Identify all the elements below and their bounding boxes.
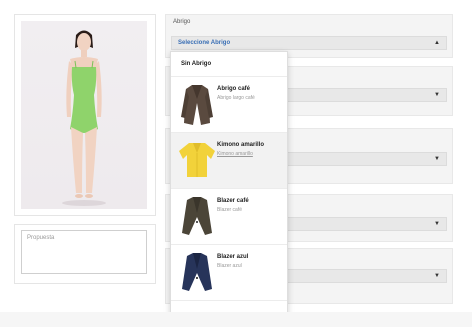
proposal-textarea[interactable]: Propuesta xyxy=(21,230,147,274)
coat-select[interactable]: Seleccione Abrigo ▲ xyxy=(171,36,447,50)
coat-option-selected[interactable]: Kimono amarillo Kimono amarillo xyxy=(171,133,287,189)
caret-down-icon: ▼ xyxy=(434,92,440,98)
yellow-kimono-icon xyxy=(177,139,217,183)
coat-option-name: Blazer café xyxy=(217,198,249,204)
coat-option-subtitle: Kimono amarillo xyxy=(217,151,253,157)
coat-option-none[interactable]: Sin Abrigo xyxy=(171,52,287,77)
coat-option[interactable]: Blazer azul Blazer azul xyxy=(171,245,287,301)
coat-select-value: Seleccione Abrigo xyxy=(178,40,231,46)
brown-blazer-icon xyxy=(177,195,217,239)
coat-option-subtitle: Blazer azul xyxy=(217,263,242,269)
coat-option-name: Blazer azul xyxy=(217,254,249,260)
caret-up-icon: ▲ xyxy=(434,40,440,46)
brown-long-coat-icon xyxy=(177,83,217,127)
coat-option[interactable]: Abrigo café Abrigo largo café xyxy=(171,77,287,133)
coat-option[interactable]: Blazer café Blazer café xyxy=(171,189,287,245)
model-figure xyxy=(62,30,106,206)
caret-down-icon: ▼ xyxy=(434,221,440,227)
caret-down-icon: ▼ xyxy=(434,156,440,162)
coat-dropdown: Sin Abrigo Abrigo café Abrigo largo café… xyxy=(170,51,288,318)
caret-down-icon: ▼ xyxy=(434,273,440,279)
model-photo xyxy=(21,21,147,209)
proposal-label: Propuesta xyxy=(27,235,55,241)
coat-option-name: Abrigo café xyxy=(217,86,251,92)
model-preview-card xyxy=(14,14,156,216)
coat-section-title: Abrigo xyxy=(173,19,191,25)
bottom-bar xyxy=(0,312,472,327)
navy-blazer-icon xyxy=(177,251,217,295)
coat-option-name: Sin Abrigo xyxy=(181,61,212,67)
coat-option-subtitle: Blazer café xyxy=(217,207,243,213)
coat-option-name: Kimono amarillo xyxy=(217,142,265,148)
coat-option-subtitle: Abrigo largo café xyxy=(217,95,255,101)
proposal-card: Propuesta xyxy=(14,224,156,284)
